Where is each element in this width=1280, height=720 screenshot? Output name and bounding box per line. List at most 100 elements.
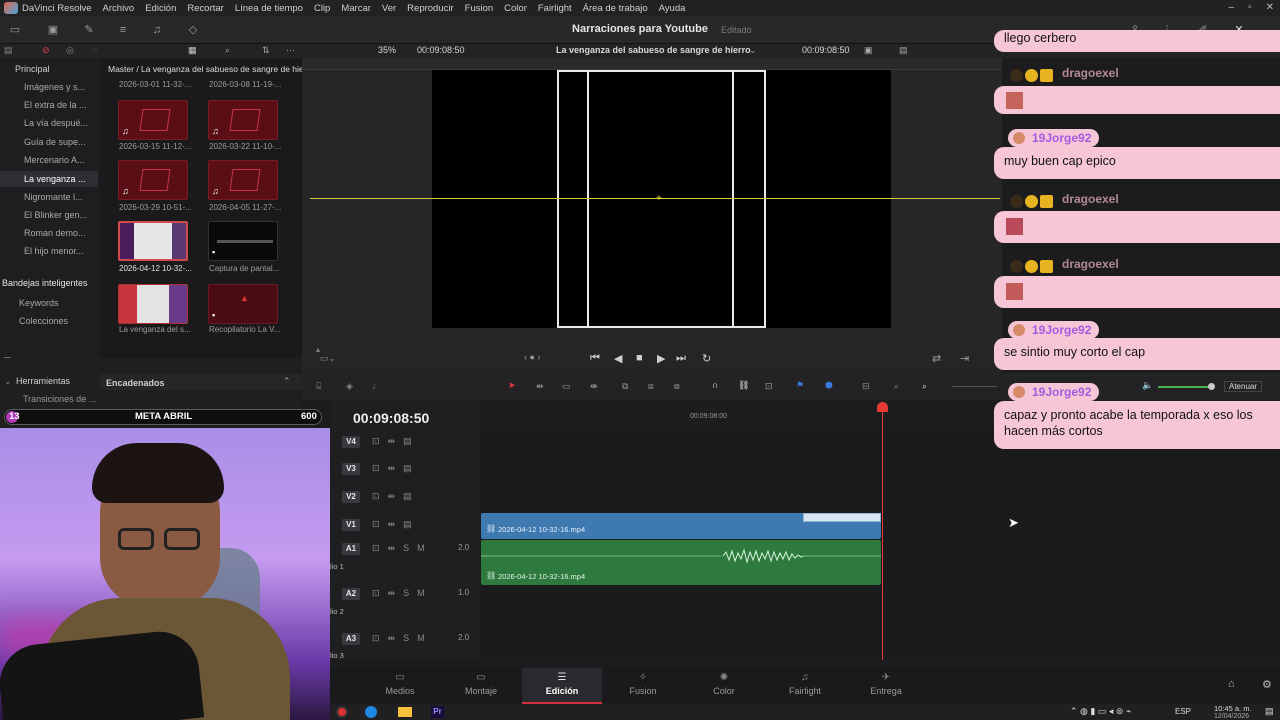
- video-clip[interactable]: ⛓ 2026-04-12 10-32-16.mp4: [481, 513, 881, 539]
- zoom-level[interactable]: 35%: [378, 45, 396, 55]
- resolve-taskbar-icon[interactable]: [336, 706, 348, 718]
- maximize-icon[interactable]: ▫: [1248, 2, 1252, 13]
- page-media[interactable]: ▭ Medios: [360, 668, 440, 704]
- track-controls-icons[interactable]: ⊡⇹▤: [372, 491, 420, 502]
- track-controls-icons[interactable]: ⊡⇹▤: [372, 463, 420, 474]
- track-badge[interactable]: V1: [342, 519, 360, 531]
- volume-icon[interactable]: 🔈: [1142, 380, 1153, 391]
- flag-icon[interactable]: ⊘: [42, 45, 50, 56]
- transitions-item[interactable]: Transiciones de ...: [23, 394, 96, 404]
- track-badge[interactable]: V4: [342, 436, 360, 448]
- page-cut[interactable]: ▭ Montaje: [441, 668, 521, 704]
- track-badge[interactable]: A3: [342, 633, 360, 645]
- edit-mode-icon[interactable]: ◈: [346, 381, 353, 392]
- more-options-icon[interactable]: ···: [286, 45, 295, 55]
- viewer-mode-icon[interactable]: ▣: [864, 45, 873, 56]
- menu-marcar[interactable]: Marcar: [341, 3, 371, 14]
- menu-edicion[interactable]: Edición: [145, 3, 176, 14]
- bin-item[interactable]: El hijo menor...: [24, 246, 84, 256]
- bin-item-active[interactable]: La venganza ...: [0, 171, 98, 187]
- crosshair-icon[interactable]: +: [656, 193, 662, 204]
- browser-icon[interactable]: [365, 706, 377, 718]
- jog-icon[interactable]: ‹ ● ›: [524, 352, 540, 362]
- sort-icon[interactable]: ⇅: [262, 45, 270, 56]
- close-icon[interactable]: ✕: [1266, 2, 1274, 13]
- sync-icon[interactable]: ◌: [92, 45, 97, 55]
- playhead[interactable]: [882, 404, 883, 660]
- audio-clip[interactable]: ⛓ 2026-04-12 10-32-16.mp4: [481, 540, 881, 585]
- overwrite-icon[interactable]: ⧈: [648, 381, 654, 392]
- overlay-icon[interactable]: ▤: [899, 45, 908, 56]
- keyboard-language[interactable]: ESP: [1175, 707, 1191, 716]
- mute-button[interactable]: Atenuar: [1224, 381, 1263, 392]
- track-badge[interactable]: V2: [342, 491, 360, 503]
- layout-icon[interactable]: ⌸: [316, 381, 321, 392]
- match-frame-icon[interactable]: ⇄: [932, 352, 941, 365]
- clock-time[interactable]: 10:45 a. m.: [1214, 704, 1252, 713]
- flag-icon[interactable]: ⚑: [796, 380, 804, 391]
- timeline-thumbnail[interactable]: [118, 284, 188, 324]
- menu-recortar[interactable]: Recortar: [187, 3, 223, 14]
- menu-linea-de-tiempo[interactable]: Línea de tiempo: [235, 3, 303, 14]
- volume-slider[interactable]: [1158, 386, 1212, 388]
- track-badge[interactable]: A2: [342, 588, 360, 600]
- track-controls-icons[interactable]: ⊡⇹SM: [372, 543, 433, 554]
- bin-item[interactable]: Roman demo...: [24, 228, 86, 238]
- menu-color[interactable]: Color: [504, 3, 527, 14]
- microphone-icon[interactable]: ♩: [372, 381, 381, 391]
- dynamic-trim-icon[interactable]: ▭: [562, 381, 571, 392]
- bin-item[interactable]: El extra de la ...: [24, 100, 87, 110]
- menu-reproducir[interactable]: Reproducir: [407, 3, 453, 14]
- marker-icon[interactable]: ⬢: [825, 380, 833, 391]
- snapping-icon[interactable]: ∩: [712, 380, 718, 390]
- page-deliver[interactable]: ✈ Entrega: [846, 668, 926, 704]
- next-edit-icon[interactable]: ⇥: [960, 352, 969, 365]
- loop-icon[interactable]: ↻: [702, 352, 711, 365]
- volume-knob[interactable]: [1208, 383, 1215, 390]
- go-to-start-icon[interactable]: ⏮: [590, 352, 600, 365]
- selection-tool-icon[interactable]: ➤: [508, 380, 516, 391]
- video-clip-thumbnail-selected[interactable]: [118, 221, 188, 261]
- menu-ver[interactable]: Ver: [382, 3, 396, 14]
- chevron-down-icon[interactable]: ⌄: [749, 45, 757, 56]
- track-controls-icons[interactable]: ⊡⇹SM: [372, 633, 433, 644]
- filter-icon[interactable]: ◎: [66, 45, 74, 56]
- audio-clip-thumbnail[interactable]: ♫: [118, 160, 188, 200]
- page-fusion[interactable]: ✧ Fusion: [603, 668, 683, 704]
- bin-item[interactable]: Mercenario A...: [24, 155, 85, 165]
- smart-bin-collections[interactable]: Colecciones: [19, 316, 68, 326]
- track-controls-icons[interactable]: ⊡⇹▤: [372, 436, 420, 447]
- search-icon[interactable]: ⌕: [225, 45, 230, 56]
- menu-ayuda[interactable]: Ayuda: [659, 3, 686, 14]
- page-color[interactable]: ✺ Color: [684, 668, 764, 704]
- folder-icon[interactable]: [398, 707, 412, 717]
- menu-fusion[interactable]: Fusion: [465, 3, 494, 14]
- bin-item[interactable]: Imágenes y s...: [24, 82, 85, 92]
- page-edit[interactable]: ☰ Edición: [522, 668, 602, 704]
- trim-tool-icon[interactable]: ⇹: [536, 381, 544, 392]
- smart-bin-keywords[interactable]: Keywords: [19, 298, 59, 308]
- menu-fairlight[interactable]: Fairlight: [538, 3, 572, 14]
- bin-item[interactable]: El Blinker gen...: [24, 210, 87, 220]
- audio-clip-thumbnail[interactable]: ♫: [208, 160, 278, 200]
- viewer-options-icon[interactable]: ▭⌄: [320, 353, 336, 364]
- blade-tool-icon[interactable]: ⇼: [590, 381, 598, 392]
- track-badge[interactable]: V3: [342, 463, 360, 475]
- track-controls-icons[interactable]: ⊡⇹▤: [372, 519, 420, 530]
- timeline-selector[interactable]: La venganza del sabueso de sangre de hie…: [556, 45, 751, 55]
- screenshot-thumbnail[interactable]: ▪: [208, 221, 278, 261]
- compilation-thumbnail[interactable]: ▲ ▪: [208, 284, 278, 324]
- go-to-end-icon[interactable]: ⏭: [676, 352, 686, 365]
- track-controls-icons[interactable]: ⊡⇹SM: [372, 588, 433, 599]
- chevron-up-icon[interactable]: ⌃: [283, 376, 291, 387]
- premiere-icon[interactable]: Pr: [431, 706, 444, 718]
- bin-master-header[interactable]: Principal: [15, 64, 50, 74]
- audio-clip-thumbnail[interactable]: ♫: [208, 100, 278, 140]
- home-icon[interactable]: ⌂: [1228, 678, 1235, 690]
- lock-icon[interactable]: ⊡: [765, 381, 773, 392]
- replace-icon[interactable]: ⧇: [674, 381, 680, 392]
- zoom-full-icon[interactable]: ⊟: [862, 381, 870, 392]
- grid-view-icon[interactable]: ▦: [188, 45, 197, 56]
- tools-header[interactable]: Herramientas: [16, 376, 70, 386]
- bin-item[interactable]: La vía despué...: [24, 118, 88, 128]
